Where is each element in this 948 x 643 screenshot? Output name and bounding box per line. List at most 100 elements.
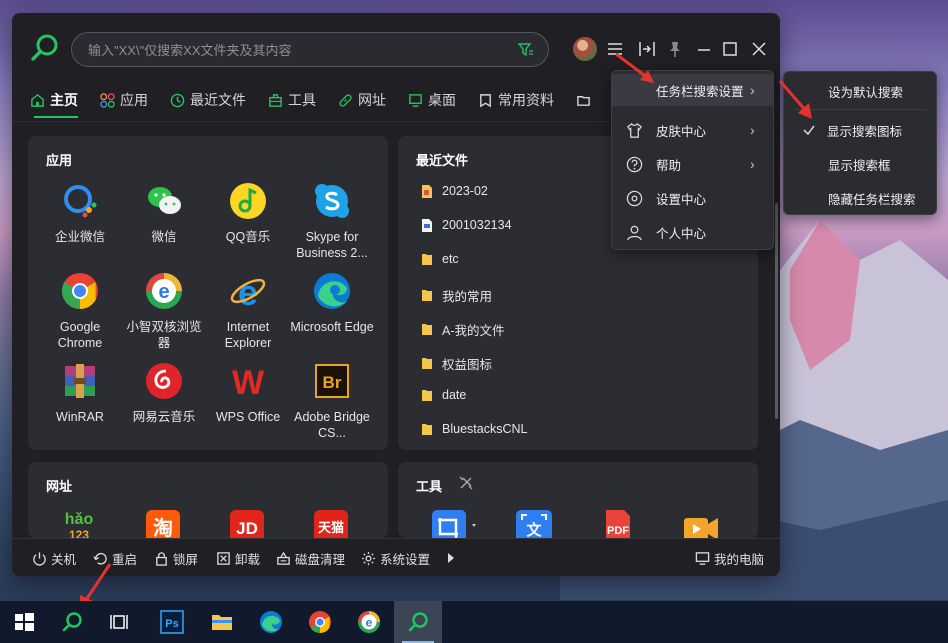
taskbar-photoshop[interactable]: Ps [148, 601, 196, 643]
app-adobe-bridge[interactable]: Br Adobe Bridge CS... [290, 362, 374, 441]
wecom-icon [64, 185, 97, 218]
urls-panel-title: 网址 [46, 479, 73, 494]
folder-icon [422, 423, 432, 435]
tools-edit-icon[interactable] [458, 475, 474, 491]
app-label: Microsoft Edge [290, 320, 374, 334]
xiaozhi-glyph: e [158, 281, 169, 303]
tab-more[interactable] [576, 89, 596, 111]
app-skype[interactable]: Skype for Business 2... [290, 182, 374, 261]
wechat-icon [148, 187, 181, 214]
menu-item-skin-center[interactable]: 皮肤中心 › [612, 114, 773, 146]
start-button[interactable] [0, 601, 48, 643]
app-wps[interactable]: W WPS Office [206, 362, 290, 425]
tab-desktop[interactable]: 桌面 [408, 89, 456, 111]
app-edge[interactable]: Microsoft Edge [290, 272, 374, 335]
my-computer-button[interactable]: 我的电脑 [695, 549, 764, 568]
tab-apps[interactable]: 应用 [100, 89, 148, 111]
xiaozhi-browser-icon: e [146, 273, 182, 309]
recent-file-row[interactable]: 我的常用 [422, 286, 492, 305]
recent-file-row[interactable]: etc [422, 252, 459, 266]
taskbar-xiaozhi-browser[interactable]: e [345, 601, 393, 643]
app-qqmusic[interactable]: QQ音乐 [206, 182, 290, 245]
submenu-item-show-box[interactable]: 显示搜索框 [784, 148, 936, 180]
app-label: Skype for Business 2... [296, 230, 368, 260]
chevron-right-icon: › [750, 82, 755, 98]
recent-file-name: 2001032134 [442, 218, 512, 232]
recent-file-name: 我的常用 [442, 290, 493, 304]
system-settings-button[interactable]: 系统设置 [361, 549, 430, 568]
recent-file-row[interactable]: 权益图标 [422, 354, 492, 373]
app-wecom[interactable]: 企业微信 [38, 182, 122, 245]
close-icon[interactable] [749, 39, 769, 59]
app-wechat[interactable]: 微信 [122, 182, 206, 245]
app-winrar[interactable]: WinRAR [38, 362, 122, 425]
lock-screen-button[interactable]: 锁屏 [154, 549, 198, 568]
tab-label: 常用资料 [498, 92, 554, 108]
recent-file-row[interactable]: date [422, 388, 466, 402]
recent-file-row[interactable]: A-我的文件 [422, 320, 505, 339]
app-label: 小智双核浏览器 [126, 320, 202, 350]
bottom-item-label: 卸载 [235, 553, 261, 567]
disk-cleanup-button[interactable]: 磁盘清理 [276, 549, 345, 568]
qqmusic-icon [230, 183, 266, 219]
tmall-icon[interactable]: 天猫 [314, 510, 348, 538]
app-label: QQ音乐 [225, 230, 271, 244]
taskbar-file-explorer[interactable] [198, 601, 246, 643]
tab-common-docs[interactable]: 常用资料 [478, 89, 554, 111]
app-label: Adobe Bridge CS... [294, 410, 370, 440]
tab-urls[interactable]: 网址 [338, 89, 386, 111]
shutdown-button[interactable]: 关机 [32, 549, 76, 568]
minimize-icon[interactable] [694, 39, 714, 59]
screenshot-icon[interactable] [430, 510, 478, 538]
folder-icon [422, 389, 432, 401]
filter-icon[interactable] [518, 42, 534, 58]
taskbar-chrome[interactable] [296, 601, 344, 643]
task-view-button[interactable] [96, 601, 144, 643]
recent-file-row[interactable]: BluestacksCNL [422, 422, 527, 436]
app-xiaozhi-browser[interactable]: e 小智双核浏览器 [122, 272, 206, 351]
more-arrow-icon[interactable] [446, 552, 456, 564]
toolbox-icon [269, 93, 282, 107]
tab-recent-files[interactable]: 最近文件 [170, 89, 246, 111]
chrome-icon [309, 611, 331, 633]
app-netease-music[interactable]: 网易云音乐 [122, 362, 206, 425]
wps-icon: W [232, 364, 265, 402]
tab-tools[interactable]: 工具 [268, 89, 316, 111]
app-ie[interactable]: e Internet Explorer [206, 272, 290, 351]
menu-item-help[interactable]: 帮助 › [612, 148, 773, 180]
menu-item-personal-center[interactable]: 个人中心 [612, 216, 773, 248]
active-tab-indicator [34, 116, 78, 118]
maximize-icon[interactable] [720, 39, 740, 59]
uninstall-button[interactable]: 卸载 [216, 549, 260, 568]
tools-panel-title: 工具 [416, 479, 443, 494]
photoshop-icon: Ps [160, 610, 184, 634]
scrollbar[interactable] [775, 203, 778, 419]
taskbar-search-app[interactable] [394, 601, 442, 643]
app-chrome[interactable]: Google Chrome [38, 272, 122, 351]
ocr-icon[interactable]: 文 [516, 510, 552, 538]
recent-file-row[interactable]: 2001032134 [422, 218, 512, 232]
taskbar-search-button[interactable] [48, 601, 96, 643]
recent-file-name: 2023-02 [442, 184, 488, 198]
user-avatar[interactable] [573, 37, 597, 61]
tab-home[interactable]: 主页 [30, 89, 78, 111]
search-input[interactable] [88, 41, 488, 59]
pdf-icon[interactable]: PDF [598, 510, 636, 538]
pin-icon[interactable] [665, 39, 685, 59]
power-icon [33, 552, 46, 566]
chevron-right-icon: › [750, 156, 755, 172]
jd-icon[interactable]: JD [230, 510, 264, 538]
bottom-item-label: 我的电脑 [714, 553, 765, 567]
submenu-item-hide[interactable]: 隐藏任务栏搜索 [784, 182, 936, 214]
folder-icon [422, 253, 432, 265]
search-box[interactable] [71, 32, 549, 67]
recent-file-row[interactable]: 2023-02 [422, 184, 488, 198]
taobao-icon[interactable]: 淘 [146, 510, 180, 538]
taskbar-edge[interactable] [247, 601, 295, 643]
file-icon [422, 218, 432, 232]
video-icon[interactable] [682, 510, 722, 538]
menu-item-settings-center[interactable]: 设置中心 [612, 182, 773, 214]
tab-label: 最近文件 [190, 92, 246, 108]
hao123-icon[interactable]: hǎo 123 [60, 510, 98, 538]
folder-icon [577, 95, 590, 106]
